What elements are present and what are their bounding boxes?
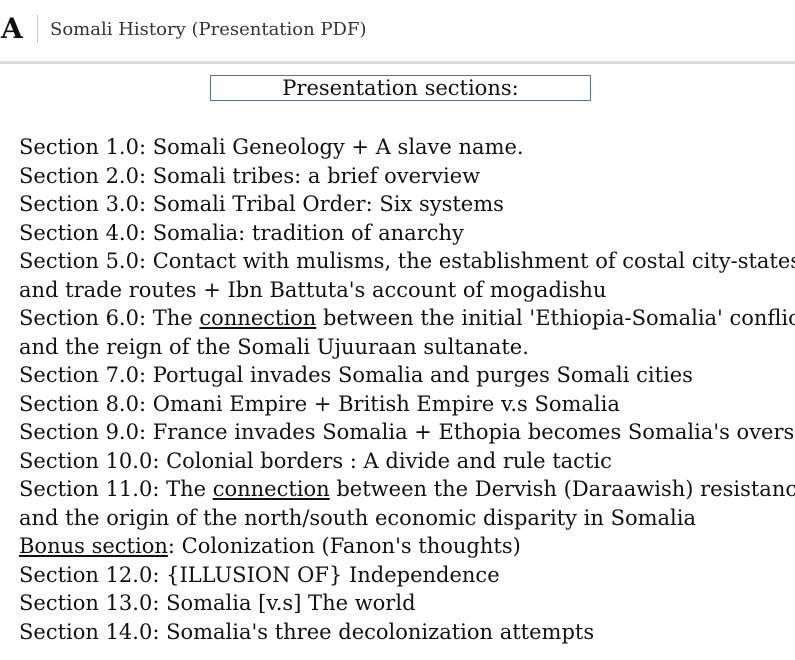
- section-row: Section 13.0: Somalia [v.s] The world: [19, 589, 795, 618]
- page-title: Somali History (Presentation PDF): [50, 18, 367, 40]
- section-text: Section 3.0: Somali Tribal Order: Six sy…: [19, 192, 504, 216]
- section-row: Bonus section: Colonization (Fanon's tho…: [19, 532, 795, 561]
- section-link[interactable]: connection: [213, 477, 330, 501]
- section-text: Section 14.0: Somalia's three decoloniza…: [19, 619, 595, 644]
- section-text: Section 13.0: Somalia [v.s] The world: [19, 591, 416, 615]
- section-text: and the reign of the Somali Ujuuraan sul…: [19, 334, 529, 359]
- section-text-suffix: between the Dervish (Daraawish) resistan…: [329, 477, 795, 501]
- site-logo[interactable]: A: [0, 15, 37, 43]
- section-row: Section 4.0: Somalia: tradition of anarc…: [19, 219, 795, 248]
- top-bar: A Somali History (Presentation PDF): [0, 0, 795, 58]
- section-text: Section 6.0: The: [19, 306, 200, 330]
- section-text: Section 11.0: The: [19, 477, 213, 501]
- section-list: Section 1.0: Somali Geneology + A slave …: [19, 133, 795, 646]
- section-row: and trade routes + Ibn Battuta's account…: [19, 276, 795, 305]
- section-row: Section 3.0: Somali Tribal Order: Six sy…: [19, 190, 795, 219]
- section-row: Section 14.0: Somalia's three decoloniza…: [19, 618, 795, 647]
- section-row: Section 9.0: France invades Somalia + Et…: [19, 418, 795, 447]
- section-link[interactable]: connection: [199, 306, 316, 330]
- section-text: Section 4.0: Somalia: tradition of anarc…: [19, 220, 464, 245]
- section-row: and the reign of the Somali Ujuuraan sul…: [19, 333, 795, 362]
- section-row: Section 1.0: Somali Geneology + A slave …: [19, 133, 795, 162]
- section-row: Section 5.0: Contact with mulisms, the e…: [19, 247, 795, 276]
- section-link[interactable]: Bonus section: [19, 534, 168, 558]
- section-row: Section 2.0: Somali tribes: a brief over…: [19, 162, 795, 191]
- section-row: Section 11.0: The connection between the…: [19, 475, 795, 504]
- section-text: Section 8.0: Omani Empire + British Empi…: [19, 391, 620, 416]
- header-divider: [37, 15, 38, 43]
- section-row: Section 12.0: {ILLUSION OF} Independence: [19, 561, 795, 590]
- section-text: Section 10.0: Colonial borders : A divid…: [19, 448, 612, 473]
- sections-heading-box: Presentation sections:: [210, 75, 591, 101]
- section-row: and the origin of the north/south econom…: [19, 504, 795, 533]
- section-text: Section 7.0: Portugal invades Somalia an…: [19, 363, 693, 387]
- section-text: Section 9.0: France invades Somalia + Et…: [19, 420, 795, 444]
- section-text-suffix: between the initial 'Ethiopia-Somalia' c…: [316, 306, 795, 330]
- section-row: Section 10.0: Colonial borders : A divid…: [19, 447, 795, 476]
- section-text-suffix: : Colonization (Fanon's thoughts): [167, 534, 521, 558]
- page-content: Presentation sections: Section 1.0: Soma…: [0, 64, 795, 660]
- section-row: Section 8.0: Omani Empire + British Empi…: [19, 390, 795, 419]
- section-text: Section 5.0: Contact with mulisms, the e…: [19, 249, 795, 273]
- section-text: and trade routes + Ibn Battuta's account…: [19, 277, 607, 302]
- section-row: Section 6.0: The connection between the …: [19, 304, 795, 333]
- section-text: and the origin of the north/south econom…: [19, 505, 697, 530]
- section-text: Section 2.0: Somali tribes: a brief over…: [19, 163, 481, 188]
- section-text: Section 1.0: Somali Geneology + A slave …: [19, 135, 524, 159]
- section-row: Section 7.0: Portugal invades Somalia an…: [19, 361, 795, 390]
- section-text: Section 12.0: {ILLUSION OF} Independence: [19, 562, 500, 587]
